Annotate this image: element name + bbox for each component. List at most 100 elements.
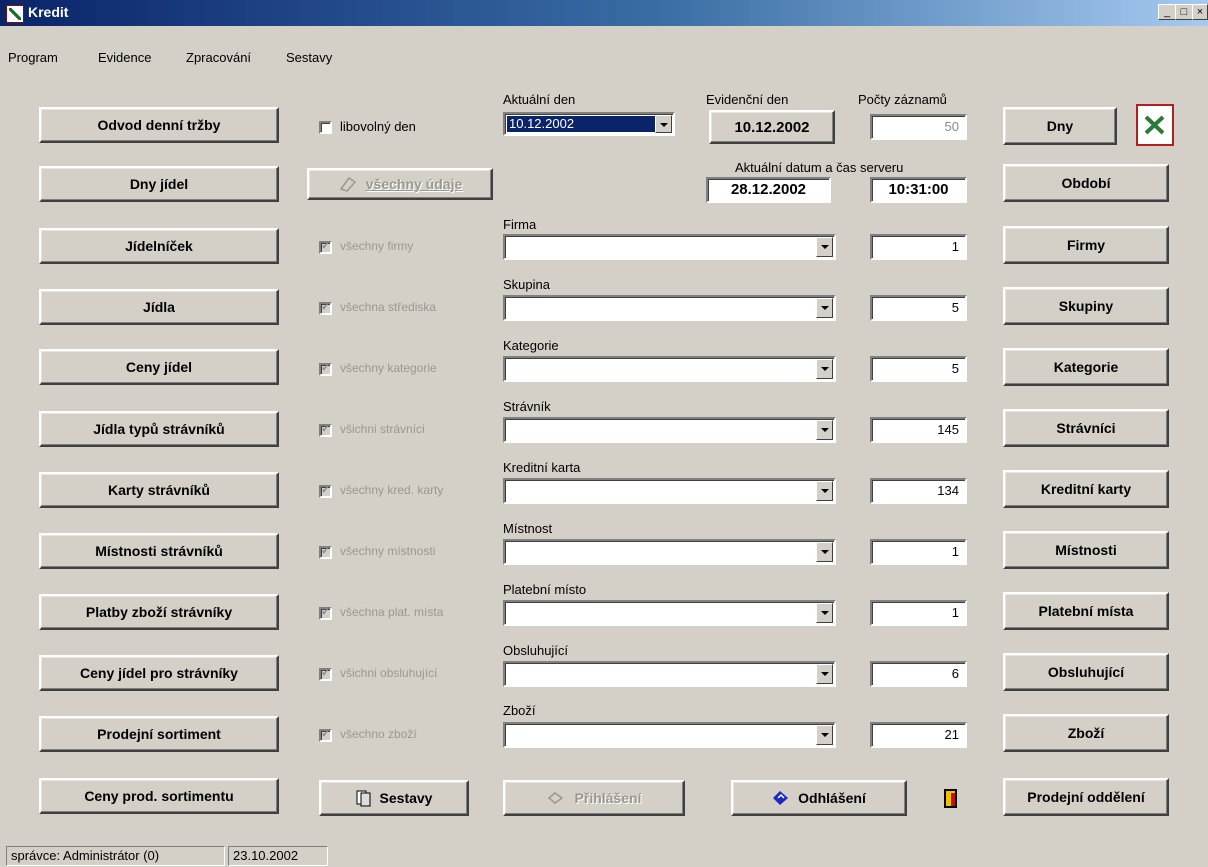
obsluhujici-select[interactable] <box>503 661 836 687</box>
ceny-jidel-pro-stravniky-button[interactable]: Ceny jídel pro strávníky <box>39 655 279 691</box>
server-datetime-label: Aktuální datum a čas serveru <box>735 160 904 175</box>
kategorie-label: Kategorie <box>503 338 559 353</box>
sestavy-button[interactable]: Sestavy <box>319 780 469 816</box>
chevron-down-icon[interactable] <box>816 420 833 440</box>
vsechno-zbozi-label: všechno zboží <box>340 727 417 741</box>
jidelnicek-button[interactable]: Jídelníček <box>39 228 279 264</box>
obsluhujici-count: 6 <box>870 661 967 687</box>
mistnost-label: Místnost <box>503 521 553 536</box>
chevron-down-icon[interactable] <box>655 115 672 133</box>
kategorie-button[interactable]: Kategorie <box>1003 348 1169 386</box>
eraser-icon <box>339 176 356 192</box>
vsechny-firmy-label: všechny firmy <box>340 239 414 253</box>
sestavy-label: Sestavy <box>379 790 433 806</box>
zbozi-count: 21 <box>870 722 967 748</box>
title-bar[interactable]: Kredit _ □ × <box>0 0 1208 26</box>
app-icon <box>6 5 24 23</box>
ceny-jidel-button[interactable]: Ceny jídel <box>39 349 279 385</box>
odhlaseni-label: Odhlášení <box>798 790 866 806</box>
platebni-misto-count: 1 <box>870 600 967 626</box>
mistnost-count: 1 <box>870 539 967 565</box>
status-user: správce: Administrátor (0) <box>6 846 225 866</box>
stravnici-button[interactable]: Strávníci <box>1003 409 1169 447</box>
evidencni-den-label: Evidenční den <box>706 92 789 107</box>
kreditni-karty-button[interactable]: Kreditní karty <box>1003 470 1169 508</box>
platebni-misto-select[interactable] <box>503 600 836 626</box>
platebni-mista-button[interactable]: Platební místa <box>1003 592 1169 630</box>
kreditni-karta-select[interactable] <box>503 478 836 504</box>
reports-icon <box>356 790 371 807</box>
obsluhujici-label: Obsluhující <box>503 643 569 658</box>
server-date-field: 28.12.2002 <box>706 177 831 203</box>
firma-select[interactable] <box>503 234 836 260</box>
firma-label: Firma <box>503 217 537 232</box>
menu-sestavy[interactable]: Sestavy <box>286 50 332 65</box>
libovolny-den-label: libovolný den <box>340 119 416 134</box>
aktualni-den-label: Aktuální den <box>503 92 576 107</box>
vsechny-udaje-button: všechny údaje <box>307 168 493 200</box>
jidla-typu-stravniku-button[interactable]: Jídla typů strávníků <box>39 411 279 447</box>
libovolny-den-checkbox[interactable] <box>319 121 332 134</box>
vsechny-kategorie-checkbox[interactable] <box>319 361 332 376</box>
skupiny-button[interactable]: Skupiny <box>1003 287 1169 325</box>
mistnost-select[interactable] <box>503 539 836 565</box>
mistnosti-stravniku-button[interactable]: Místnosti strávníků <box>39 533 279 569</box>
menu-program[interactable]: Program <box>8 50 58 65</box>
zbozi-select[interactable] <box>503 722 836 748</box>
karty-stravniku-button[interactable]: Karty strávníků <box>39 472 279 508</box>
mistnosti-button[interactable]: Místnosti <box>1003 531 1169 569</box>
firmy-button[interactable]: Firmy <box>1003 226 1169 264</box>
kategorie-count: 5 <box>870 356 967 382</box>
fork-knife-icon <box>1144 115 1165 135</box>
vsechna-strediska-label: všechna střediska <box>340 300 437 314</box>
platby-zbozi-button[interactable]: Platby zboží strávníky <box>39 594 279 630</box>
chevron-down-icon[interactable] <box>816 725 833 745</box>
vsechna-strediska-checkbox[interactable] <box>319 300 332 315</box>
maximize-button[interactable]: □ <box>1175 4 1193 20</box>
menu-zpracovani[interactable]: Zpracování <box>186 50 251 65</box>
aktualni-den-select[interactable]: 10.12.2002 <box>503 112 675 136</box>
chevron-down-icon[interactable] <box>816 359 833 379</box>
chevron-down-icon[interactable] <box>816 542 833 562</box>
close-button[interactable]: × <box>1192 4 1208 20</box>
obsluhujici-button[interactable]: Obsluhující <box>1003 653 1169 691</box>
vsechny-kred-karty-label: všechny kred. karty <box>340 483 444 497</box>
minimize-button[interactable]: _ <box>1158 4 1176 20</box>
door-icon[interactable] <box>944 789 957 808</box>
prihlaseni-label: Přihlášení <box>574 790 642 806</box>
chevron-down-icon[interactable] <box>816 298 833 318</box>
prodejni-sortiment-button[interactable]: Prodejní sortiment <box>39 716 279 752</box>
dny-jidel-button[interactable]: Dny jídel <box>39 166 279 202</box>
chevron-down-icon[interactable] <box>816 603 833 623</box>
kategorie-select[interactable] <box>503 356 836 382</box>
vsechny-firmy-checkbox[interactable] <box>319 239 332 254</box>
vsichni-obsluhujici-label: všichni obsluhující <box>340 666 438 680</box>
menu-evidence[interactable]: Evidence <box>98 50 151 65</box>
vsechny-mistnosti-label: všechny místnosti <box>340 544 436 558</box>
obdobi-button[interactable]: Období <box>1003 164 1169 202</box>
aktualni-den-value: 10.12.2002 <box>507 116 657 132</box>
chevron-down-icon[interactable] <box>816 237 833 257</box>
odhlaseni-button[interactable]: Odhlášení <box>731 780 907 816</box>
evidencni-den-button[interactable]: 10.12.2002 <box>709 110 835 144</box>
vsechna-plat-mista-checkbox[interactable] <box>319 605 332 620</box>
odvod-denni-trzby-button[interactable]: Odvod denní tržby <box>39 107 279 143</box>
chevron-down-icon[interactable] <box>816 481 833 501</box>
stravnik-select[interactable] <box>503 417 836 443</box>
vsechna-plat-mista-label: všechna plat. místa <box>340 605 444 619</box>
zbozi-button[interactable]: Zboží <box>1003 714 1169 752</box>
vsechny-mistnosti-checkbox[interactable] <box>319 544 332 559</box>
vsichni-stravnici-checkbox[interactable] <box>319 422 332 437</box>
jidla-button[interactable]: Jídla <box>39 289 279 325</box>
prihlaseni-button: Přihlášení <box>503 780 685 816</box>
vsechno-zbozi-checkbox[interactable] <box>319 727 332 742</box>
dny-button[interactable]: Dny <box>1003 107 1117 145</box>
ceny-prod-sortimentu-button[interactable]: Ceny prod. sortimentu <box>39 778 279 814</box>
vsechny-kred-karty-checkbox[interactable] <box>319 483 332 498</box>
chevron-down-icon[interactable] <box>816 664 833 684</box>
vsichni-obsluhujici-checkbox[interactable] <box>319 666 332 681</box>
prodejni-oddeleni-button[interactable]: Prodejní oddělení <box>1003 778 1169 816</box>
server-time-field: 10:31:00 <box>870 177 967 203</box>
key-icon <box>547 792 563 804</box>
skupina-select[interactable] <box>503 295 836 321</box>
